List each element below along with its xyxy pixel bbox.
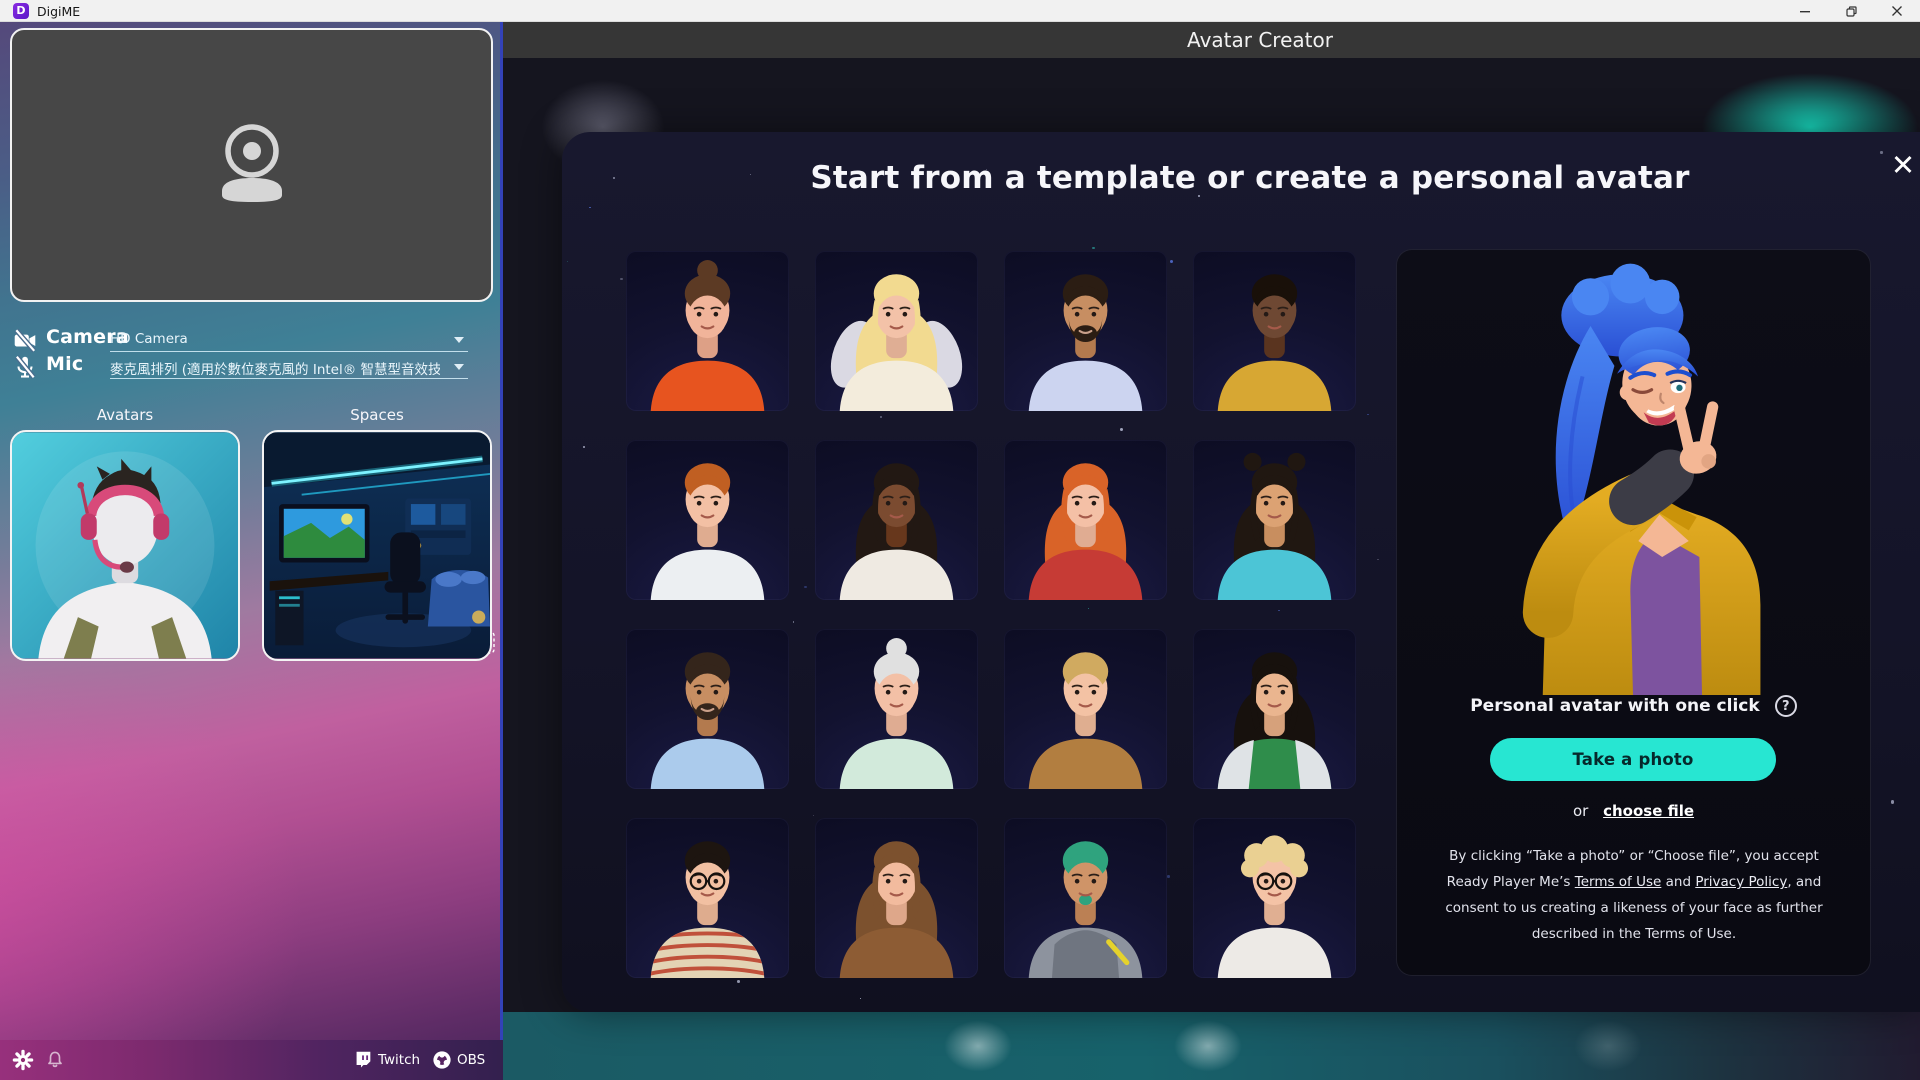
camera-off-icon bbox=[12, 327, 38, 353]
avatar-template-woman-orange-hair-red-jacket[interactable] bbox=[1004, 440, 1167, 600]
terms-of-use-link[interactable]: Terms of Use bbox=[1575, 874, 1662, 890]
camera-preview bbox=[10, 28, 493, 302]
spaces-thumbnail-gaming-room[interactable] bbox=[262, 430, 492, 661]
panel-title-row: Personal avatar with one click ? bbox=[1396, 695, 1871, 717]
legal-line1: By clicking “Take a photo” or “Choose fi… bbox=[1449, 848, 1819, 864]
window-title: DigiME bbox=[37, 4, 80, 19]
settings-gear-icon[interactable] bbox=[12, 1049, 34, 1071]
help-question-icon[interactable]: ? bbox=[1775, 695, 1797, 717]
twitch-icon[interactable] bbox=[352, 1049, 374, 1071]
light-streak bbox=[1563, 1012, 1653, 1080]
chevron-down-icon bbox=[454, 337, 464, 343]
mic-row: Mic 麥克風排列 (適用於數位麥克風的 Intel® 智慧型音效技術) bbox=[0, 353, 503, 381]
window-titlebar: D DigiME bbox=[0, 0, 1920, 22]
legal-line3: consent to us creating a likeness of you… bbox=[1445, 900, 1822, 916]
avatar-template-man-beard-blue-shirt[interactable] bbox=[626, 629, 789, 789]
personal-avatar-panel: Personal avatar with one click ? Take a … bbox=[1396, 249, 1871, 976]
avatar-creator-header-bar: Avatar Creator bbox=[503, 22, 1920, 58]
main-area: Avatar Creator Start from a template or … bbox=[503, 22, 1920, 1080]
avatar-creator-title: Avatar Creator bbox=[1187, 22, 1333, 58]
webcam-icon bbox=[192, 117, 312, 213]
legal-line2-mid: and bbox=[1661, 874, 1695, 890]
legal-line2-post: , and bbox=[1787, 874, 1821, 890]
mic-device-select[interactable]: 麥克風排列 (適用於數位麥克風的 Intel® 智慧型音效技術) bbox=[110, 355, 468, 379]
light-streak bbox=[933, 1012, 1023, 1080]
avatar-template-man-blond-camel-sweater[interactable] bbox=[1004, 629, 1167, 789]
legal-line4: described in the Terms of Use. bbox=[1532, 926, 1736, 942]
panel-title: Personal avatar with one click bbox=[1470, 696, 1759, 716]
camera-device-value: HD Camera bbox=[110, 331, 440, 347]
big-avatar-preview bbox=[1433, 257, 1833, 695]
maximize-icon bbox=[1845, 5, 1858, 18]
light-streak bbox=[1163, 1012, 1253, 1080]
window-close-button[interactable] bbox=[1874, 0, 1920, 22]
tab-spaces[interactable]: Spaces bbox=[262, 406, 492, 424]
background-room-band bbox=[503, 1012, 1920, 1080]
camera-device-select[interactable]: HD Camera bbox=[110, 328, 468, 352]
avatar-creator-modal: Start from a template or create a person… bbox=[562, 132, 1920, 1012]
avatar-template-woman-silver-updo-mint-hoodie[interactable] bbox=[815, 629, 978, 789]
avatar-template-man-black-gold-puffer[interactable] bbox=[1193, 251, 1356, 411]
sidebar: Camera HD Camera Mic bbox=[0, 22, 503, 1080]
legal-text: By clicking “Take a photo” or “Choose fi… bbox=[1414, 843, 1854, 947]
sidebar-bottom-bar: Twitch OBS bbox=[0, 1040, 503, 1080]
avatar-template-man-ginger-white-uniform[interactable] bbox=[626, 440, 789, 600]
avatar-template-woman-space-buns-cyan-jacket[interactable] bbox=[1193, 440, 1356, 600]
choose-file-link[interactable]: choose file bbox=[1603, 802, 1694, 820]
avatars-thumbnail-mannequin-headphones[interactable] bbox=[10, 430, 240, 661]
avatar-template-woman-brown-updo-orange-shirt[interactable] bbox=[626, 251, 789, 411]
mic-label: Mic bbox=[46, 353, 83, 375]
notifications-bell-icon[interactable] bbox=[44, 1049, 66, 1071]
obs-label[interactable]: OBS bbox=[457, 1052, 485, 1068]
or-row: or choose file bbox=[1396, 802, 1871, 820]
chevron-down-icon bbox=[454, 364, 464, 370]
or-label: or bbox=[1573, 802, 1588, 820]
mic-off-icon bbox=[12, 354, 38, 380]
avatar-template-woman-black-hair-green-tee-jacket[interactable] bbox=[1193, 629, 1356, 789]
avatar-template-angel-woman-blonde-white-wings[interactable] bbox=[815, 251, 978, 411]
twitch-label[interactable]: Twitch bbox=[378, 1052, 420, 1068]
window-maximize-button[interactable] bbox=[1828, 0, 1874, 22]
take-a-photo-button[interactable]: Take a photo bbox=[1490, 738, 1776, 781]
legal-line2-pre: Ready Player Me’s bbox=[1447, 874, 1575, 890]
tab-avatars[interactable]: Avatars bbox=[10, 406, 240, 424]
digime-app: D DigiME bbox=[0, 0, 1920, 1080]
avatar-template-woman-dark-curly-white-turtleneck[interactable] bbox=[815, 440, 978, 600]
obs-icon[interactable] bbox=[431, 1049, 453, 1071]
close-icon bbox=[1891, 5, 1903, 17]
avatar-template-man-glasses-striped-shirt[interactable] bbox=[626, 818, 789, 978]
minimize-icon bbox=[1799, 5, 1811, 17]
avatar-template-man-beard-iridescent-jacket[interactable] bbox=[1004, 251, 1167, 411]
camera-row: Camera HD Camera bbox=[0, 326, 503, 354]
avatar-template-man-green-hair-armor-suit[interactable] bbox=[1004, 818, 1167, 978]
privacy-policy-link[interactable]: Privacy Policy bbox=[1695, 874, 1787, 890]
avatar-template-woman-brown-hair-brown-jacket[interactable] bbox=[815, 818, 978, 978]
digime-logo-icon: D bbox=[13, 3, 29, 19]
avatar-template-person-blonde-curly-glasses[interactable] bbox=[1193, 818, 1356, 978]
mic-device-value: 麥克風排列 (適用於數位麥克風的 Intel® 智慧型音效技術) bbox=[110, 358, 440, 378]
window-minimize-button[interactable] bbox=[1782, 0, 1828, 22]
